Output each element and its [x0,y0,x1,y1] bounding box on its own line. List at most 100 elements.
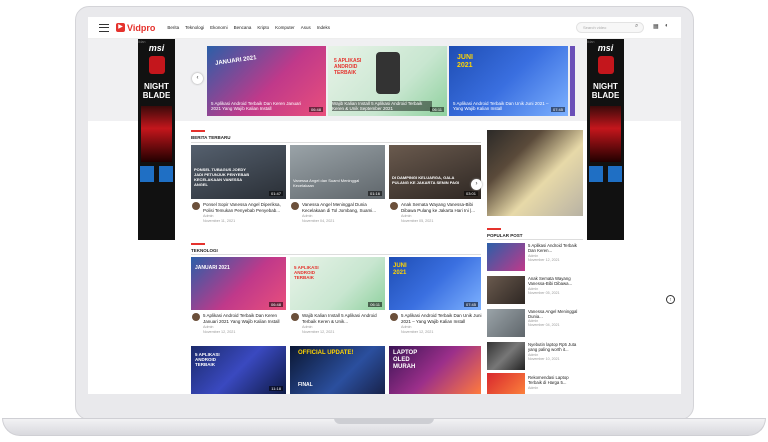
video-duration: 07:45 [463,302,478,307]
slide-overlay-text: JANUARI 2021 [214,55,257,67]
scroll-to-top-button[interactable]: ↑ [666,295,675,304]
ad-banner-right[interactable]: msi NIGHT BLADE [587,39,624,240]
slide-duration: 06:11 [430,107,444,112]
ad-label: Iklan [587,40,595,44]
popular-date: November 10, 2021 [528,357,560,361]
news-title[interactable]: 5 Aplikasi Android Terbaik Dan Keren Jan… [203,313,287,324]
section-title-berita: BERITA TERBARU [191,135,231,140]
laptop-frame: ▶ Vidpro Berita Teknologi Ekonomi Bencan… [0,0,768,442]
nav-item-teknologi[interactable]: Teknologi [185,25,204,30]
news-date: November 12, 2021 [302,330,335,334]
tech-thumbnail[interactable]: JUNI 2021 07:45 [389,257,481,310]
popular-title[interactable]: 5 Aplikasi Android Terbaik Dan Keren... [528,243,580,253]
popular-thumbnail[interactable] [487,243,525,271]
popular-title[interactable]: Vanessa Angel Meninggal Dunia... [528,309,580,319]
tech-thumbnail[interactable]: 5 APLIKASI ANDROID TERBAIK 11:18 [191,346,286,394]
phone-image [376,52,400,94]
news-title[interactable]: Anak Semata Wayang Vanessa-Bibi Dibawa P… [401,202,483,213]
popular-date: November 12, 2021 [528,258,560,262]
ad-product-image [590,106,621,162]
thumb-overlay-text: OFFICIAL UPDATE! [298,350,354,356]
news-title[interactable]: 5 Aplikasi Android Terbaik Dan Unik Juni… [401,313,483,324]
news-date: November 04, 2021 [302,219,335,223]
slide-caption: Wajib Kalian Install 5 Aplikasi Android … [332,101,432,111]
thumb-overlay-text: JUNI 2021 [393,263,407,276]
news-date: November 12, 2021 [401,330,434,334]
popular-title[interactable]: Nyebutin laptop Rp5 Juta yang paling wor… [528,342,580,352]
popular-title[interactable]: Rekomendasi Laptop Terbaik di Harga 5... [528,375,580,385]
news-title[interactable]: Vanessa Angel Meninggal Dunia Kecelakaan… [302,202,386,213]
author-avatar [192,313,200,321]
popular-date: November 05, 2021 [528,291,560,295]
popular-thumbnail[interactable] [487,309,525,337]
nav-item-komputer[interactable]: Komputer [275,25,295,30]
news-thumbnail[interactable]: DI DAMPINGI KELUARGA, GALA PULANG KE JAK… [389,145,481,199]
video-duration: 06:48 [268,302,283,307]
thumb-overlay-text: LAPTOP OLED MURAH [393,350,418,370]
tech-thumbnail[interactable]: 5 APLIKASI ANDROID TERBAIK 06:11 [290,257,385,310]
section-divider [191,142,481,143]
author-avatar [192,202,200,210]
slide-caption: 5 Aplikasi Android Terbaik Dan Keren Jan… [211,101,301,111]
slide-overlay-text: JUNI 2021 [457,54,473,69]
video-duration: 11:18 [269,386,283,391]
author-avatar [390,202,398,210]
slider-prev-button[interactable]: ‹ [192,73,203,84]
search-icon[interactable]: ⌕ [635,23,638,30]
site-header: ▶ Vidpro Berita Teknologi Ekonomi Bencan… [88,17,681,39]
slide-caption: 5 Aplikasi Android Terbaik Dan Unik Juni… [453,101,549,111]
nav-item-kripto[interactable]: Kripto [257,25,269,30]
news-thumbnail[interactable]: Vanessa Angel dan Suami Meninggal Kecela… [290,145,385,199]
browser-screen: ▶ Vidpro Berita Teknologi Ekonomi Bencan… [88,17,681,394]
nav-item-ekonomi[interactable]: Ekonomi [210,25,228,30]
section-accent [487,228,501,230]
grid-icon[interactable]: ▦ [653,23,659,30]
intel-badge-icon [589,166,604,182]
news-date: November 12, 2021 [203,330,236,334]
slide-duration: 06:48 [308,107,323,112]
popular-author: Admin [528,386,539,390]
section-title-popular: POPULAR POST [487,233,523,238]
tech-thumbnail[interactable]: LAPTOP OLED MURAH [389,346,481,394]
slide-card[interactable]: JUNI 2021 5 Aplikasi Android Terbaik Dan… [449,46,568,116]
news-title[interactable]: Ponsel Sopir Vanessa Angel Diperiksa, Po… [203,202,287,213]
dragon-logo-icon [597,56,614,74]
slide-card-partial[interactable] [570,46,575,116]
popular-thumbnail[interactable] [487,373,525,394]
site-logo[interactable]: ▶ Vidpro [116,23,155,33]
tech-thumbnail[interactable]: OFFICIAL UPDATE! FINAL [290,346,385,394]
author-avatar [390,313,398,321]
thumb-overlay-text: 5 APLIKASI ANDROID TERBAIK [195,352,220,367]
popular-thumbnail[interactable] [487,276,525,304]
popular-title[interactable]: Anak Semata Wayang Vanessa-Bibi Dibawa..… [528,276,580,286]
dark-mode-icon[interactable]: ◐ [665,23,669,29]
carousel-next-button[interactable]: › [471,179,482,190]
slide-duration: 07:45 [550,107,565,112]
ad-product: NIGHT BLADE [142,82,171,100]
popular-date: November 04, 2021 [528,323,560,327]
nav-item-indeks[interactable]: Indeks [317,25,330,30]
section-accent [191,243,205,245]
nav-item-bencana[interactable]: Bencana [234,25,252,30]
nav-item-berita[interactable]: Berita [167,25,179,30]
section-accent [191,130,205,132]
intel-badge-icon [140,166,155,182]
nav-item-asus[interactable]: Asus [301,25,311,30]
thumb-overlay-text: DI DAMPINGI KELUARGA, GALA PULANG KE JAK… [392,175,460,185]
section-divider [191,254,481,255]
ad-label: Iklan [138,40,146,44]
featured-mosaic-image[interactable] [487,130,583,216]
tech-thumbnail[interactable]: JANUARI 2021 06:48 [191,257,286,310]
ad-brand: msi [597,43,614,53]
section-title-teknologi: TEKNOLOGI [191,248,218,253]
ad-banner-left[interactable]: msi NIGHT BLADE [138,39,175,240]
menu-icon[interactable] [99,23,109,32]
popular-thumbnail[interactable] [487,342,525,370]
slide-card[interactable]: 5 APLIKASI ANDROID TERBAIK Wajib Kalian … [328,46,447,116]
news-thumbnail[interactable]: PONSEL TUBAGUS JOEDY JADI PETUNJUK PENYE… [191,145,286,199]
search-input[interactable]: Search video [576,22,644,33]
slide-card[interactable]: JANUARI 2021 5 Aplikasi Android Terbaik … [207,46,326,116]
intel-badge-icon [607,166,622,182]
ad-brand: msi [148,43,165,53]
news-title[interactable]: Wajib Kalian Install 5 Aplikasi Android … [302,313,386,324]
